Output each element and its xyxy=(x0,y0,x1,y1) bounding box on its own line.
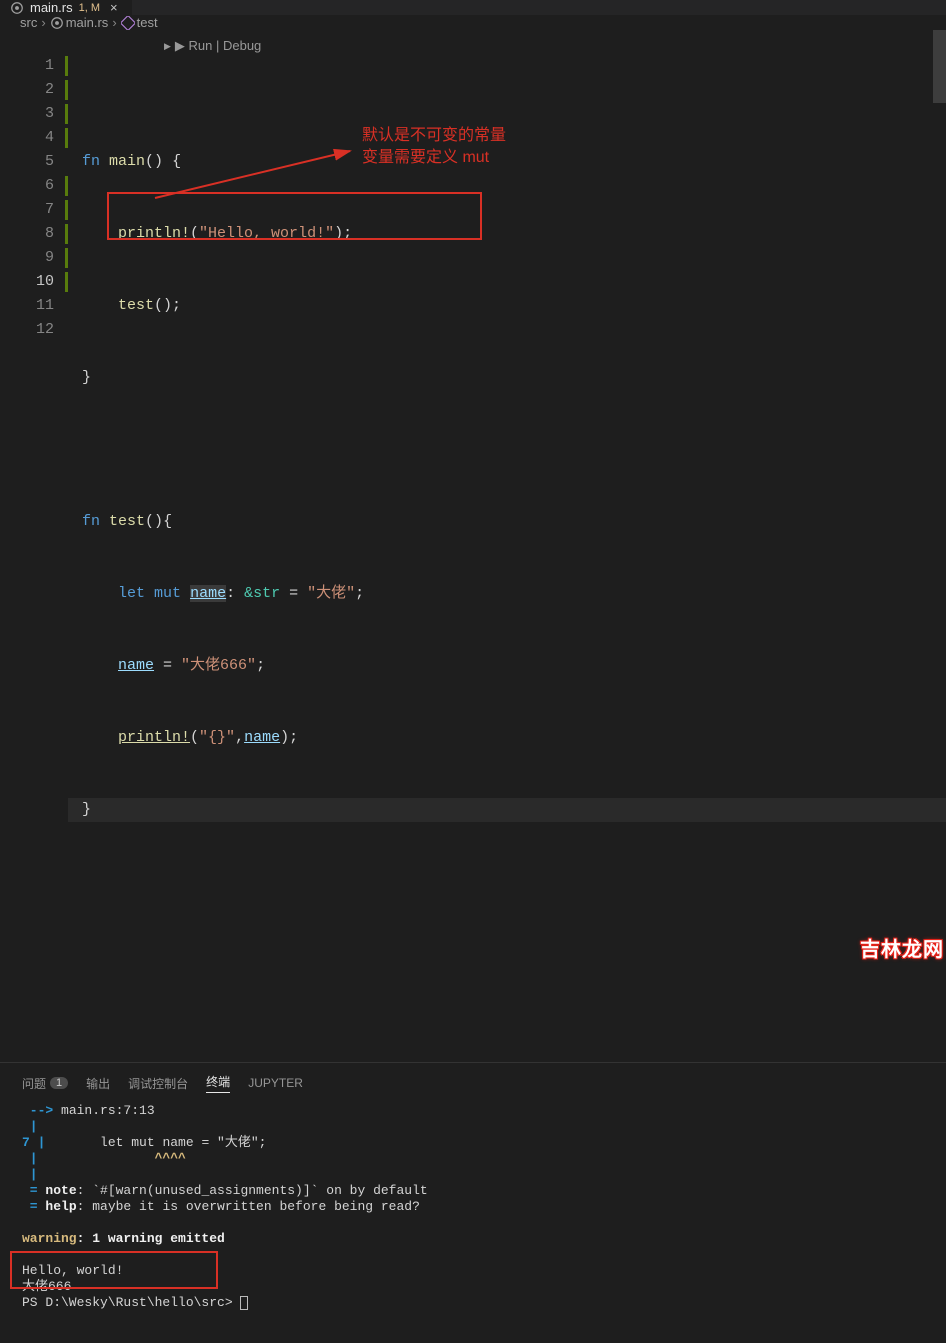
breadcrumb-folder[interactable]: src xyxy=(20,15,37,30)
breadcrumb-symbol[interactable]: test xyxy=(137,15,158,30)
breadcrumb[interactable]: src › main.rs › test xyxy=(0,15,946,30)
breadcrumb-file[interactable]: main.rs xyxy=(66,15,109,30)
editor[interactable]: 1 2 3 4 5 6 7 8 9 10 11 12 ▶ ▶ Run | Deb… xyxy=(0,30,946,1062)
tab-output[interactable]: 输出 xyxy=(86,1075,110,1092)
rust-file-icon xyxy=(50,16,64,30)
terminal-panel: 问题 1 输出 调试控制台 终端 JUPYTER --> main.rs:7:1… xyxy=(0,1062,946,1323)
tab-close-icon[interactable]: × xyxy=(106,0,122,15)
editor-scrollbar[interactable] xyxy=(933,30,946,103)
tab-problems[interactable]: 问题 1 xyxy=(22,1075,68,1092)
problems-count-badge: 1 xyxy=(50,1077,68,1089)
watermark: 吉林龙网 xyxy=(860,933,944,962)
panel-tabs: 问题 1 输出 调试控制台 终端 JUPYTER xyxy=(10,1067,936,1103)
chevron-right-icon: › xyxy=(112,15,116,30)
codelens-run-debug[interactable]: ▶ ▶ Run | Debug xyxy=(164,34,261,58)
tab-jupyter[interactable]: JUPYTER xyxy=(248,1076,303,1090)
play-icon: ▶ xyxy=(164,34,171,58)
terminal-output[interactable]: --> main.rs:7:13 | 7 | let mut name = "大… xyxy=(10,1103,936,1343)
chevron-right-icon: › xyxy=(41,15,45,30)
tab-status: 1, M xyxy=(79,2,100,14)
tab-bar: main.rs 1, M × xyxy=(0,0,946,15)
tab-filename: main.rs xyxy=(30,0,73,15)
symbol-function-icon xyxy=(121,16,135,30)
tab-debug-console[interactable]: 调试控制台 xyxy=(128,1075,188,1092)
line-number-gutter: 1 2 3 4 5 6 7 8 9 10 11 12 xyxy=(0,30,68,1062)
terminal-cursor xyxy=(240,1296,248,1310)
tab-terminal[interactable]: 终端 xyxy=(206,1073,230,1093)
editor-tab-main[interactable]: main.rs 1, M × xyxy=(0,0,132,15)
code-area[interactable]: ▶ ▶ Run | Debug fn main() { println!("He… xyxy=(68,30,946,1062)
rust-file-icon xyxy=(10,1,24,15)
